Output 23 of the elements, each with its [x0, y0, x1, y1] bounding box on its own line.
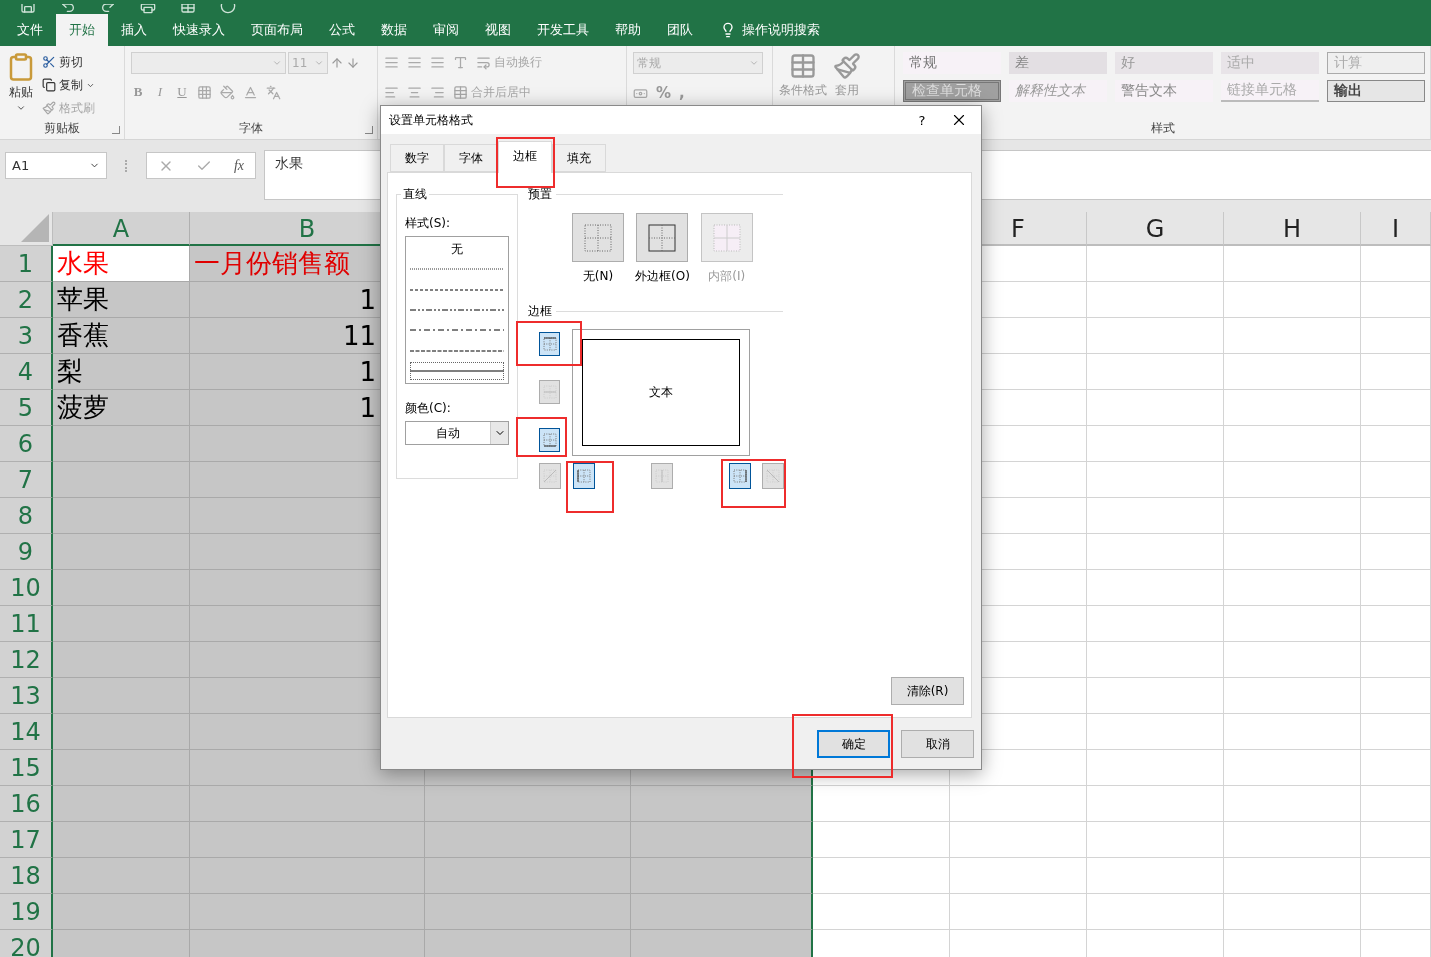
cell-text: 11 — [342, 320, 376, 351]
style-option-label: 无 — [451, 240, 463, 258]
section-title: 边框 — [528, 302, 552, 320]
cell-text: 1 — [359, 392, 376, 423]
cell-text: 香蕉 — [57, 319, 109, 352]
preset-label: 无(N) — [582, 268, 614, 285]
field-label: 颜色(C): — [405, 400, 452, 417]
cell-text: 1 — [359, 284, 376, 315]
group-label: 剪贴板 — [44, 120, 80, 137]
cell-text: 梨 — [57, 355, 83, 388]
section-title: 预置 — [528, 185, 552, 203]
preset-label: 内部(I) — [708, 268, 746, 285]
cell-text: 苹果 — [57, 283, 109, 316]
preset-label: 外边框(O) — [635, 268, 690, 285]
group-title: 直线 — [402, 186, 428, 203]
group-label: 样式 — [1150, 120, 1175, 137]
cell-text: 一月份销售额 — [194, 247, 350, 280]
cell-text: 水果 — [57, 247, 109, 280]
dialog-title: 设置单元格格式 — [389, 111, 474, 129]
preview-text: 文本 — [649, 384, 673, 401]
cell-text: 菠萝 — [57, 391, 109, 424]
group-label: 字体 — [239, 120, 263, 137]
cell-text: 1 — [359, 356, 376, 387]
